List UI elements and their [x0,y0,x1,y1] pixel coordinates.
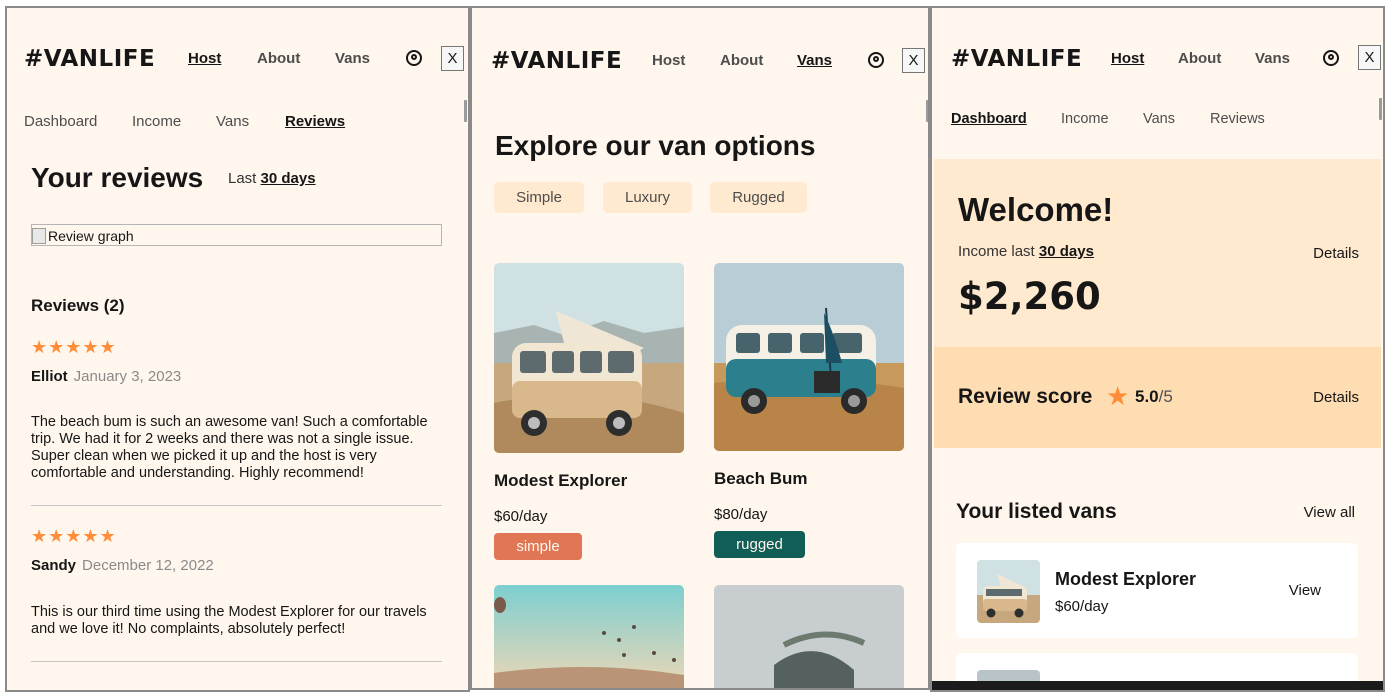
income-prefix: Income last [958,243,1035,260]
listed-van-thumbnail [977,560,1040,623]
review-graph-alt: Review graph [48,228,134,244]
nav-vans[interactable]: Vans [797,52,832,69]
van-photo [494,585,684,688]
window-bottom-bar [932,681,1383,690]
star-rating: ★★★★★ [31,337,117,357]
nav-about[interactable]: About [720,52,763,69]
host-nav-reviews[interactable]: Reviews [285,113,345,130]
vans-panel: #VANLIFE Host About Vans X Explore our v… [470,6,930,690]
van-photo [494,263,684,453]
close-button[interactable]: X [441,46,464,71]
divider [31,661,442,662]
review-score-summary: Review score ★ 5.0/5 Details [934,347,1381,448]
close-button[interactable]: X [1358,45,1381,70]
nav-vans[interactable]: Vans [1255,50,1290,67]
listed-van-price: $60/day [1055,598,1109,615]
star-icon: ★ [1106,381,1130,411]
dashboard-panel: #VANLIFE Host About Vans X Dashboard Inc… [930,6,1385,692]
income-summary: Welcome! Income last 30 days Details $2,… [934,159,1381,347]
host-nav-dashboard[interactable]: Dashboard [24,113,97,130]
score-number: 5.0 [1135,387,1159,406]
van-photo [977,560,1040,623]
reviews-heading: Reviews (2) [31,296,125,315]
nav-about[interactable]: About [1178,50,1221,67]
view-all-link[interactable]: View all [1304,504,1355,521]
page-title: Explore our van options [495,130,816,161]
listed-van-view-link[interactable]: View [1289,582,1321,599]
review-date: January 3, 2023 [73,368,182,385]
listed-van-name: Modest Explorer [1055,569,1197,589]
scrollbar[interactable] [926,100,928,122]
period-link[interactable]: 30 days [261,170,316,187]
filter-luxury-button[interactable]: Luxury [603,182,692,213]
scrollbar[interactable] [464,100,467,122]
van-image-modest-explorer[interactable] [494,263,684,453]
period-prefix: Last [228,170,257,187]
scrollbar[interactable] [1379,98,1382,120]
van-price: $80/day [714,506,768,523]
income-details-link[interactable]: Details [1313,245,1359,262]
van-type-badge-rugged[interactable]: rugged [714,531,805,558]
host-nav-income[interactable]: Income [132,113,181,130]
van-name[interactable]: Beach Bum [714,469,808,489]
host-nav-reviews[interactable]: Reviews [1210,111,1265,127]
nav-about[interactable]: About [257,50,300,67]
reviews-panel: #VANLIFE Host About Vans X Dashboard Inc… [5,6,470,692]
logo[interactable]: #VANLIFE [24,46,155,72]
review-graph-image: Review graph [31,224,442,246]
filter-rugged-button[interactable]: Rugged [710,182,807,213]
nav-host[interactable]: Host [652,52,685,69]
host-nav-vans[interactable]: Vans [216,113,249,130]
van-type-badge-simple[interactable]: simple [494,533,582,560]
score-suffix: /5 [1158,387,1173,406]
host-nav-dashboard[interactable]: Dashboard [951,111,1027,127]
review-text: The beach bum is such an awesome van! Su… [31,414,428,481]
listed-vans-heading: Your listed vans [956,500,1117,523]
review-score-value: 5.0/5 [1135,387,1173,407]
listed-van-card[interactable]: Modest Explorer $60/day View [956,543,1358,638]
user-avatar-icon[interactable] [1323,50,1339,66]
divider [31,505,442,506]
income-amount: $2,260 [958,275,1101,318]
van-image-beach-bum[interactable] [714,263,904,451]
nav-host[interactable]: Host [1111,50,1144,67]
logo[interactable]: #VANLIFE [951,46,1082,72]
user-avatar-icon[interactable] [868,52,884,68]
star-rating: ★★★★★ [31,526,117,546]
income-period-link[interactable]: 30 days [1039,243,1094,260]
reviewer-name-text: Elliot [31,368,68,385]
van-name[interactable]: Modest Explorer [494,471,627,491]
host-nav-vans[interactable]: Vans [1143,111,1175,127]
filter-simple-button[interactable]: Simple [494,182,584,213]
review-score-label: Review score [958,385,1093,408]
van-image-hot-air[interactable] [494,585,684,688]
user-avatar-icon[interactable] [406,50,422,66]
page-title: Your reviews [31,162,204,193]
broken-image-icon [32,228,46,244]
welcome-heading: Welcome! [958,191,1114,228]
close-button[interactable]: X [902,48,925,73]
reviewer-name: Sandy December 12, 2022 [31,557,214,574]
income-period-label: Income last 30 days [958,243,1094,260]
review-text: This is our third time using the Modest … [31,604,427,637]
review-details-link[interactable]: Details [1313,389,1359,406]
review-date: December 12, 2022 [82,557,214,574]
reviewer-name-text: Sandy [31,557,77,574]
van-photo [714,585,904,688]
host-nav-income[interactable]: Income [1061,111,1109,127]
van-image-surf[interactable] [714,585,904,688]
nav-vans[interactable]: Vans [335,50,370,67]
period-label: Last 30 days [228,170,316,187]
van-photo [714,263,904,451]
van-price: $60/day [494,508,548,525]
logo[interactable]: #VANLIFE [491,48,622,74]
nav-host[interactable]: Host [188,50,221,67]
reviewer-name: Elliot January 3, 2023 [31,368,181,385]
